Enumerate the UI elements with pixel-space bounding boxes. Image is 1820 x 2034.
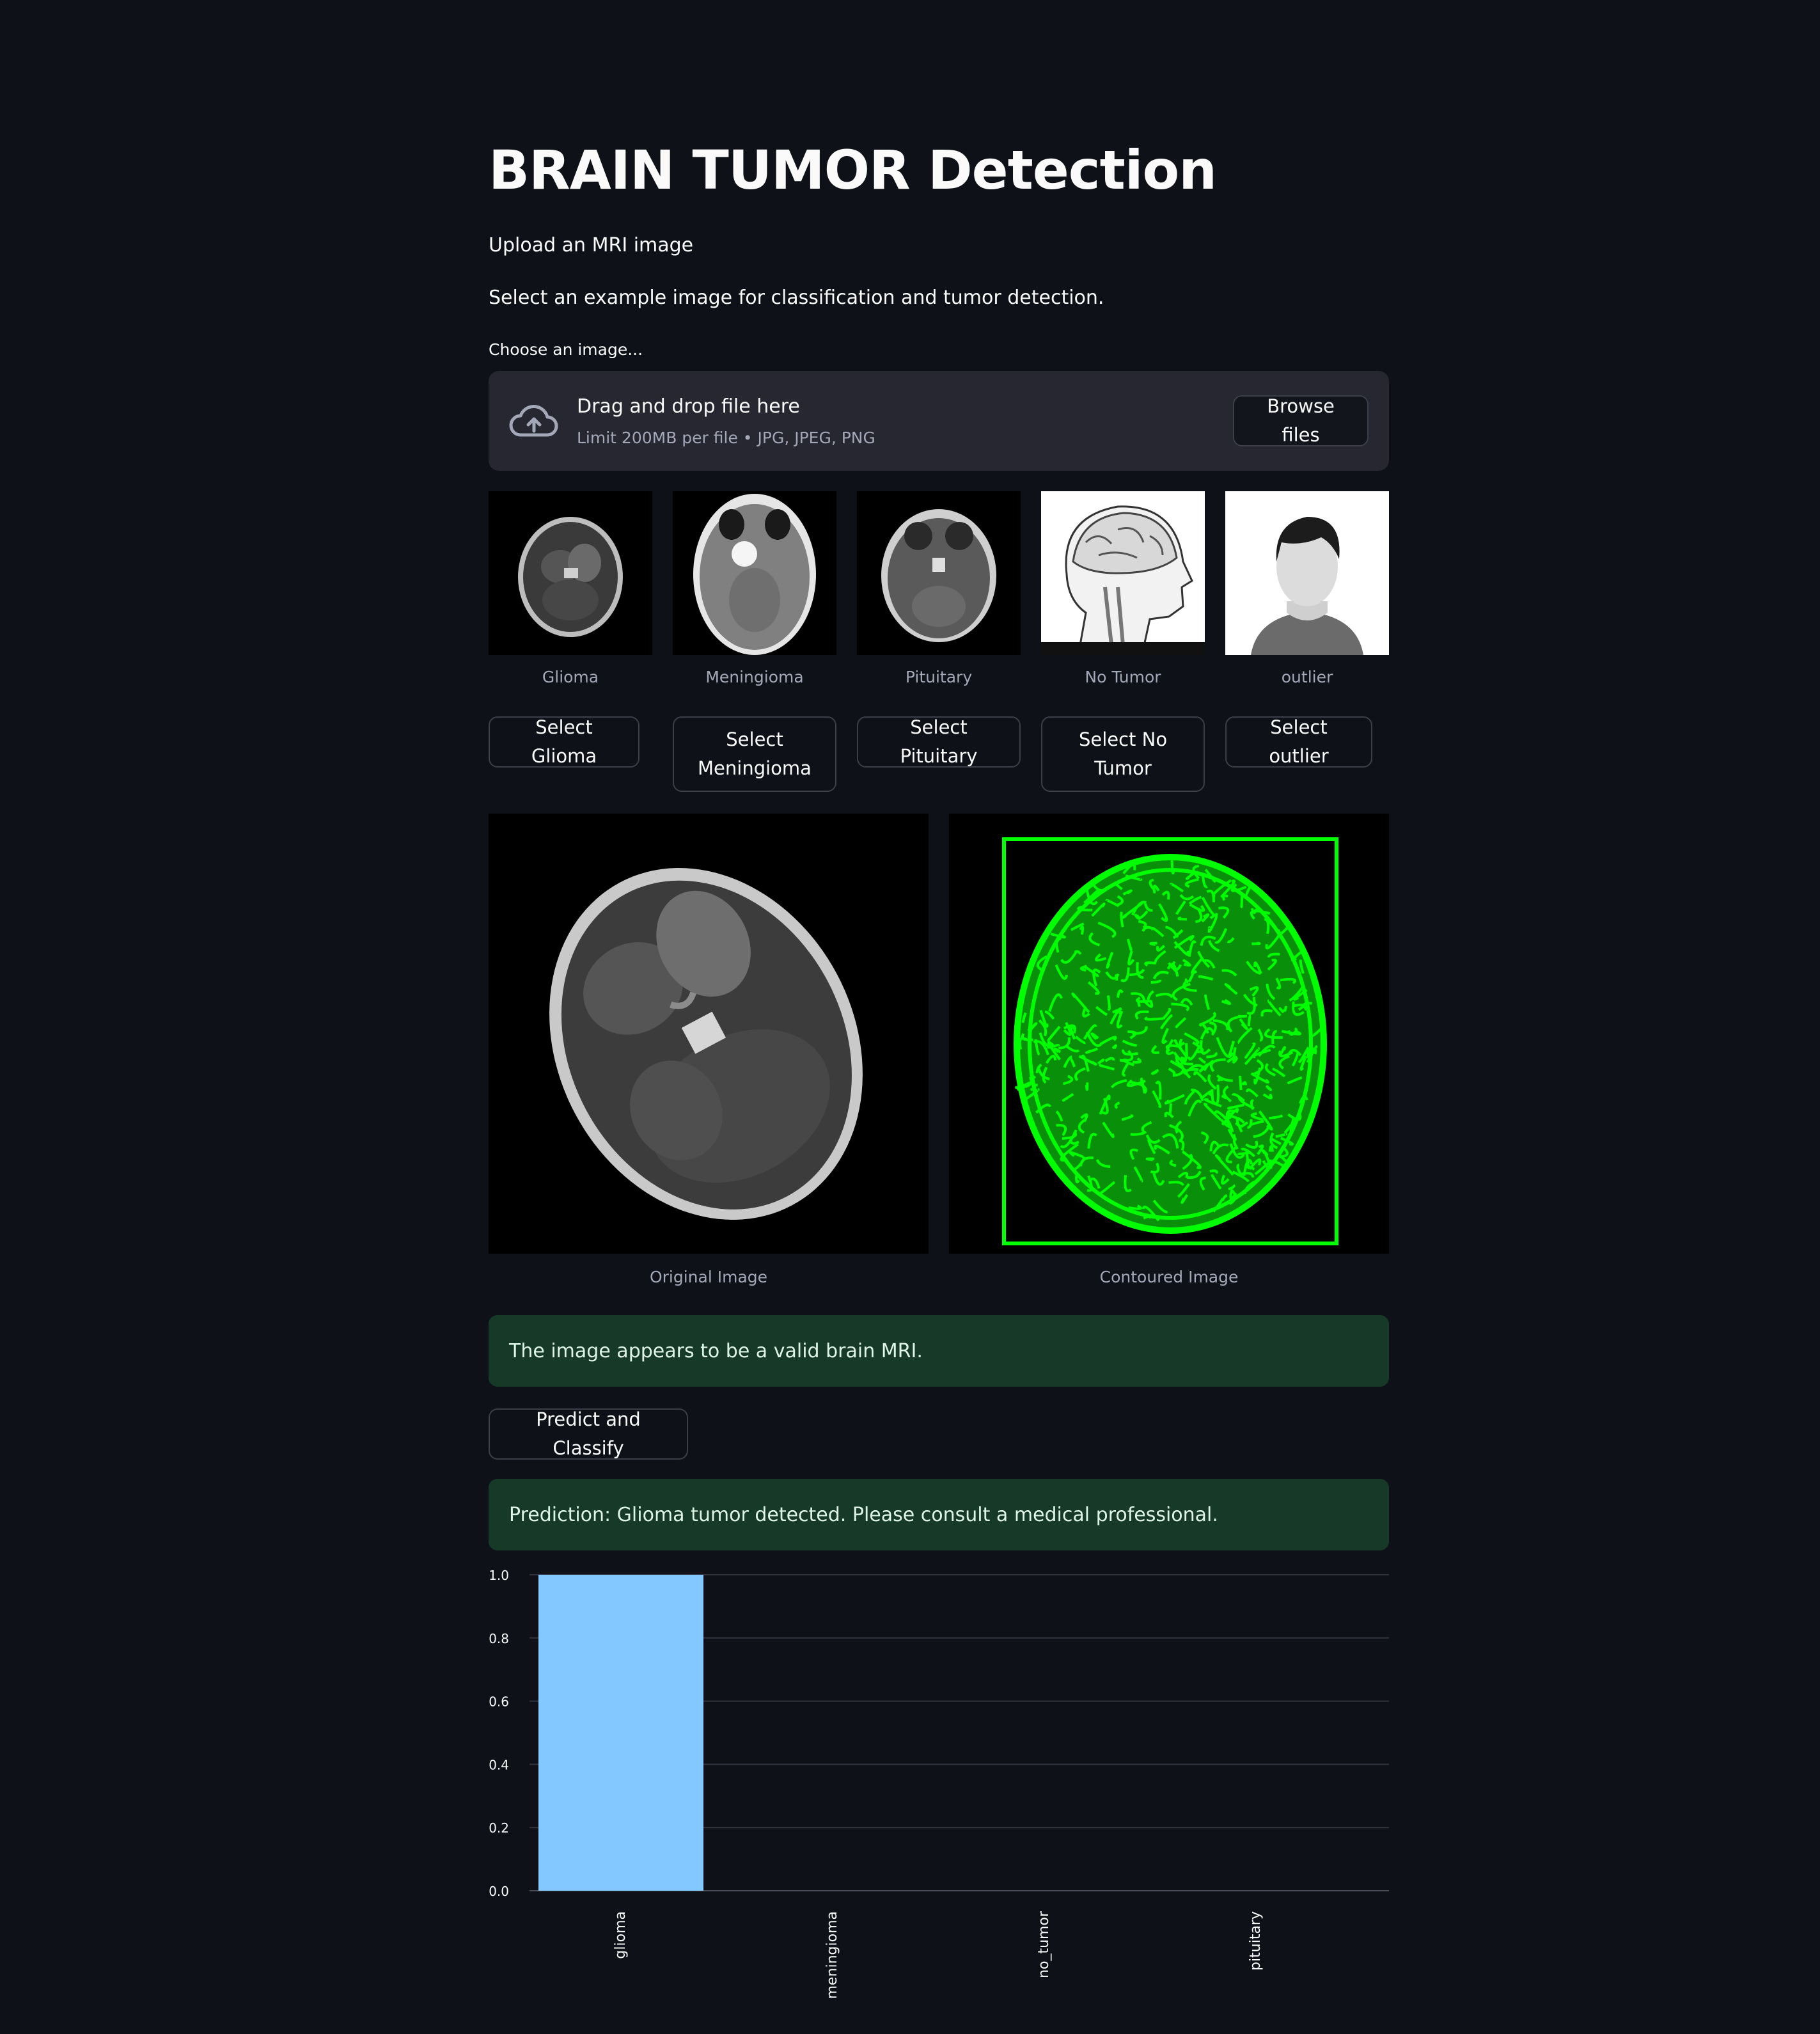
original-image-caption: Original Image bbox=[649, 1268, 768, 1286]
validation-alert: The image appears to be a valid brain MR… bbox=[489, 1315, 1389, 1387]
example-caption-outlier: outlier bbox=[1281, 668, 1333, 686]
x-tick-label: no_tumor bbox=[1036, 1911, 1052, 1978]
dropzone-title: Drag and drop file here bbox=[577, 395, 800, 418]
contoured-mri-image bbox=[949, 814, 1389, 1254]
bar-glioma bbox=[538, 1575, 703, 1891]
example-caption-pituitary: Pituitary bbox=[905, 668, 973, 686]
example-caption-glioma: Glioma bbox=[542, 668, 599, 686]
cloud-upload-icon bbox=[509, 404, 558, 437]
example-caption-meningioma: Meningioma bbox=[705, 668, 804, 686]
y-tick-label: 0.0 bbox=[489, 1884, 509, 1899]
page-title: BRAIN TUMOR Detection bbox=[489, 139, 1217, 201]
x-tick-label: glioma bbox=[613, 1911, 629, 1959]
y-tick-label: 0.2 bbox=[489, 1820, 509, 1836]
select-meningioma-button[interactable]: Select Meningioma bbox=[673, 716, 836, 792]
select-outlier-button[interactable]: Select outlier bbox=[1225, 716, 1372, 768]
prediction-alert: Prediction: Glioma tumor detected. Pleas… bbox=[489, 1479, 1389, 1550]
original-mri-image bbox=[489, 814, 929, 1254]
example-image-meningioma bbox=[673, 491, 836, 655]
example-caption-no-tumor: No Tumor bbox=[1085, 668, 1161, 686]
example-image-outlier bbox=[1225, 491, 1389, 655]
example-image-glioma bbox=[489, 491, 652, 655]
y-tick-label: 0.8 bbox=[489, 1631, 509, 1646]
file-dropzone[interactable]: Drag and drop file here Limit 200MB per … bbox=[489, 371, 1389, 471]
uploader-label: Choose an image... bbox=[489, 340, 643, 359]
probability-bar-chart: 0.0 0.2 0.4 0.6 0.8 1.0 glioma meningioma no_tum… bbox=[489, 1568, 1389, 1999]
browse-files-button[interactable]: Browse files bbox=[1233, 395, 1369, 446]
y-tick-label: 0.6 bbox=[489, 1694, 509, 1710]
select-glioma-button[interactable]: Select Glioma bbox=[489, 716, 639, 768]
predict-classify-button[interactable]: Predict and Classify bbox=[489, 1408, 688, 1460]
select-no-tumor-button[interactable]: Select No Tumor bbox=[1041, 716, 1205, 792]
y-tick-label: 0.4 bbox=[489, 1757, 509, 1772]
select-pituitary-button[interactable]: Select Pituitary bbox=[857, 716, 1021, 768]
example-image-no-tumor bbox=[1041, 491, 1205, 655]
dropzone-limit: Limit 200MB per file • JPG, JPEG, PNG bbox=[577, 429, 875, 447]
example-image-pituitary bbox=[857, 491, 1021, 655]
upload-instruction: Upload an MRI image bbox=[489, 234, 694, 256]
x-tick-label: pituitary bbox=[1248, 1911, 1264, 1971]
x-tick-label: meningioma bbox=[824, 1911, 840, 1999]
y-tick-label: 1.0 bbox=[489, 1568, 509, 1583]
contoured-image-caption: Contoured Image bbox=[1099, 1268, 1239, 1286]
select-instruction: Select an example image for classificati… bbox=[489, 287, 1104, 309]
